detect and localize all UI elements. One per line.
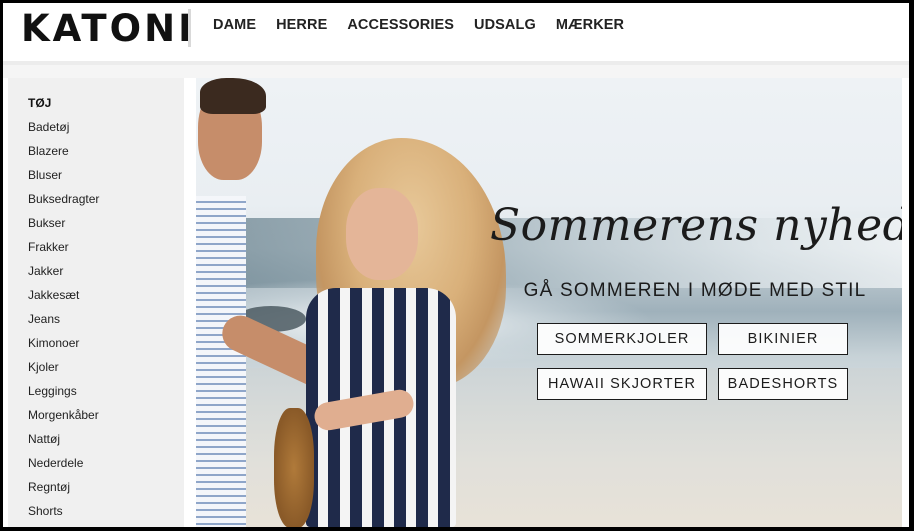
sidebar-item-kjoler[interactable]: Kjoler — [28, 360, 99, 384]
hero-photo-woman-face — [346, 188, 418, 280]
main-nav: DAME HERRE ACCESSORIES UDSALG MÆRKER — [213, 17, 644, 33]
logo-divider — [188, 9, 191, 47]
header-gap — [3, 65, 909, 78]
nav-item-udsalg[interactable]: UDSALG — [474, 17, 536, 33]
sidebar-item-jeans[interactable]: Jeans — [28, 312, 99, 336]
sidebar-item-buksedragter[interactable]: Buksedragter — [28, 192, 99, 216]
sidebar-category-list: Badetøj Blazere Bluser Buksedragter Buks… — [28, 120, 99, 527]
sidebar-item-frakker[interactable]: Frakker — [28, 240, 99, 264]
hawaii-skjorter-button[interactable]: HAWAII SKJORTER — [537, 368, 707, 400]
badeshorts-button[interactable]: BADESHORTS — [718, 368, 848, 400]
site-header: KATONI DAME HERRE ACCESSORIES UDSALG MÆR… — [3, 3, 909, 60]
bikinier-button[interactable]: BIKINIER — [718, 323, 848, 355]
sidebar-item-jakker[interactable]: Jakker — [28, 264, 99, 288]
hero-headline: Sommerens nyheder — [490, 200, 902, 251]
sidebar-item-regntoj[interactable]: Regntøj — [28, 480, 99, 504]
hero-banner[interactable]: Sommerens nyheder GÅ SOMMEREN I MØDE MED… — [196, 78, 902, 527]
sidebar-item-blazere[interactable]: Blazere — [28, 144, 99, 168]
nav-item-herre[interactable]: HERRE — [276, 17, 327, 33]
category-sidebar: TØJ Badetøj Blazere Bluser Buksedragter … — [8, 78, 184, 527]
sommerkjoler-button[interactable]: SOMMERKJOLER — [537, 323, 707, 355]
sidebar-item-morgenkaber[interactable]: Morgenkåber — [28, 408, 99, 432]
hero-photo-man-shirt — [196, 196, 246, 527]
browser-viewport: KATONI DAME HERRE ACCESSORIES UDSALG MÆR… — [3, 3, 909, 527]
hero-photo-straw-hat — [274, 408, 314, 527]
nav-item-accessories[interactable]: ACCESSORIES — [347, 17, 454, 33]
sidebar-item-nattoj[interactable]: Nattøj — [28, 432, 99, 456]
sidebar-heading: TØJ — [28, 96, 52, 110]
sidebar-item-leggings[interactable]: Leggings — [28, 384, 99, 408]
sidebar-item-kimonoer[interactable]: Kimonoer — [28, 336, 99, 360]
sidebar-item-bukser[interactable]: Bukser — [28, 216, 99, 240]
sidebar-item-badetoj[interactable]: Badetøj — [28, 120, 99, 144]
hero-subheadline: GÅ SOMMEREN I MØDE MED STIL — [523, 280, 867, 301]
hero-photo-man-hair — [200, 78, 266, 114]
katoni-logo[interactable]: KATONI — [21, 7, 195, 51]
sidebar-item-bluser[interactable]: Bluser — [28, 168, 99, 192]
sidebar-item-shorts[interactable]: Shorts — [28, 504, 99, 527]
sidebar-item-jakkesaet[interactable]: Jakkesæt — [28, 288, 99, 312]
nav-item-dame[interactable]: DAME — [213, 17, 256, 33]
sidebar-item-nederdele[interactable]: Nederdele — [28, 456, 99, 480]
nav-item-maerker[interactable]: MÆRKER — [556, 17, 624, 33]
